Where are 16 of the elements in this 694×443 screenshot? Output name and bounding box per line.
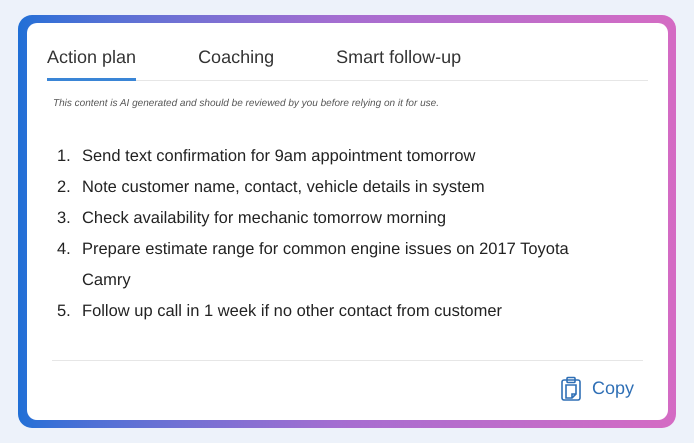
list-number: 1. xyxy=(57,146,72,167)
list-number: 3. xyxy=(57,208,72,229)
action-item-text: Send text confirmation for 9am appointment tomorrow xyxy=(82,146,476,167)
list-number: 2. xyxy=(57,177,72,198)
action-item-text: Follow up call in 1 week if no other contact from customer xyxy=(82,301,504,322)
list-number: 5. xyxy=(57,301,72,322)
action-item-text: Prepare estimate range for common engine issues on 2017 Toyota Camry xyxy=(82,239,570,291)
tab[interactable]: Action plan xyxy=(47,37,136,81)
tab[interactable]: Smart follow-up xyxy=(336,37,462,81)
action-item-text: Note customer name, contact, vehicle details in system xyxy=(82,177,486,198)
copy-button[interactable]: Copy xyxy=(556,375,638,402)
clipboard-icon xyxy=(560,376,582,402)
tab[interactable]: Coaching xyxy=(198,37,274,81)
disclaimer-text: This content is AI generated and should be reviewed by you before relying on it for use. xyxy=(53,97,440,111)
list-number: 4. xyxy=(57,239,72,260)
action-item-text: Check availability for mechanic tomorrow morning xyxy=(82,208,448,229)
